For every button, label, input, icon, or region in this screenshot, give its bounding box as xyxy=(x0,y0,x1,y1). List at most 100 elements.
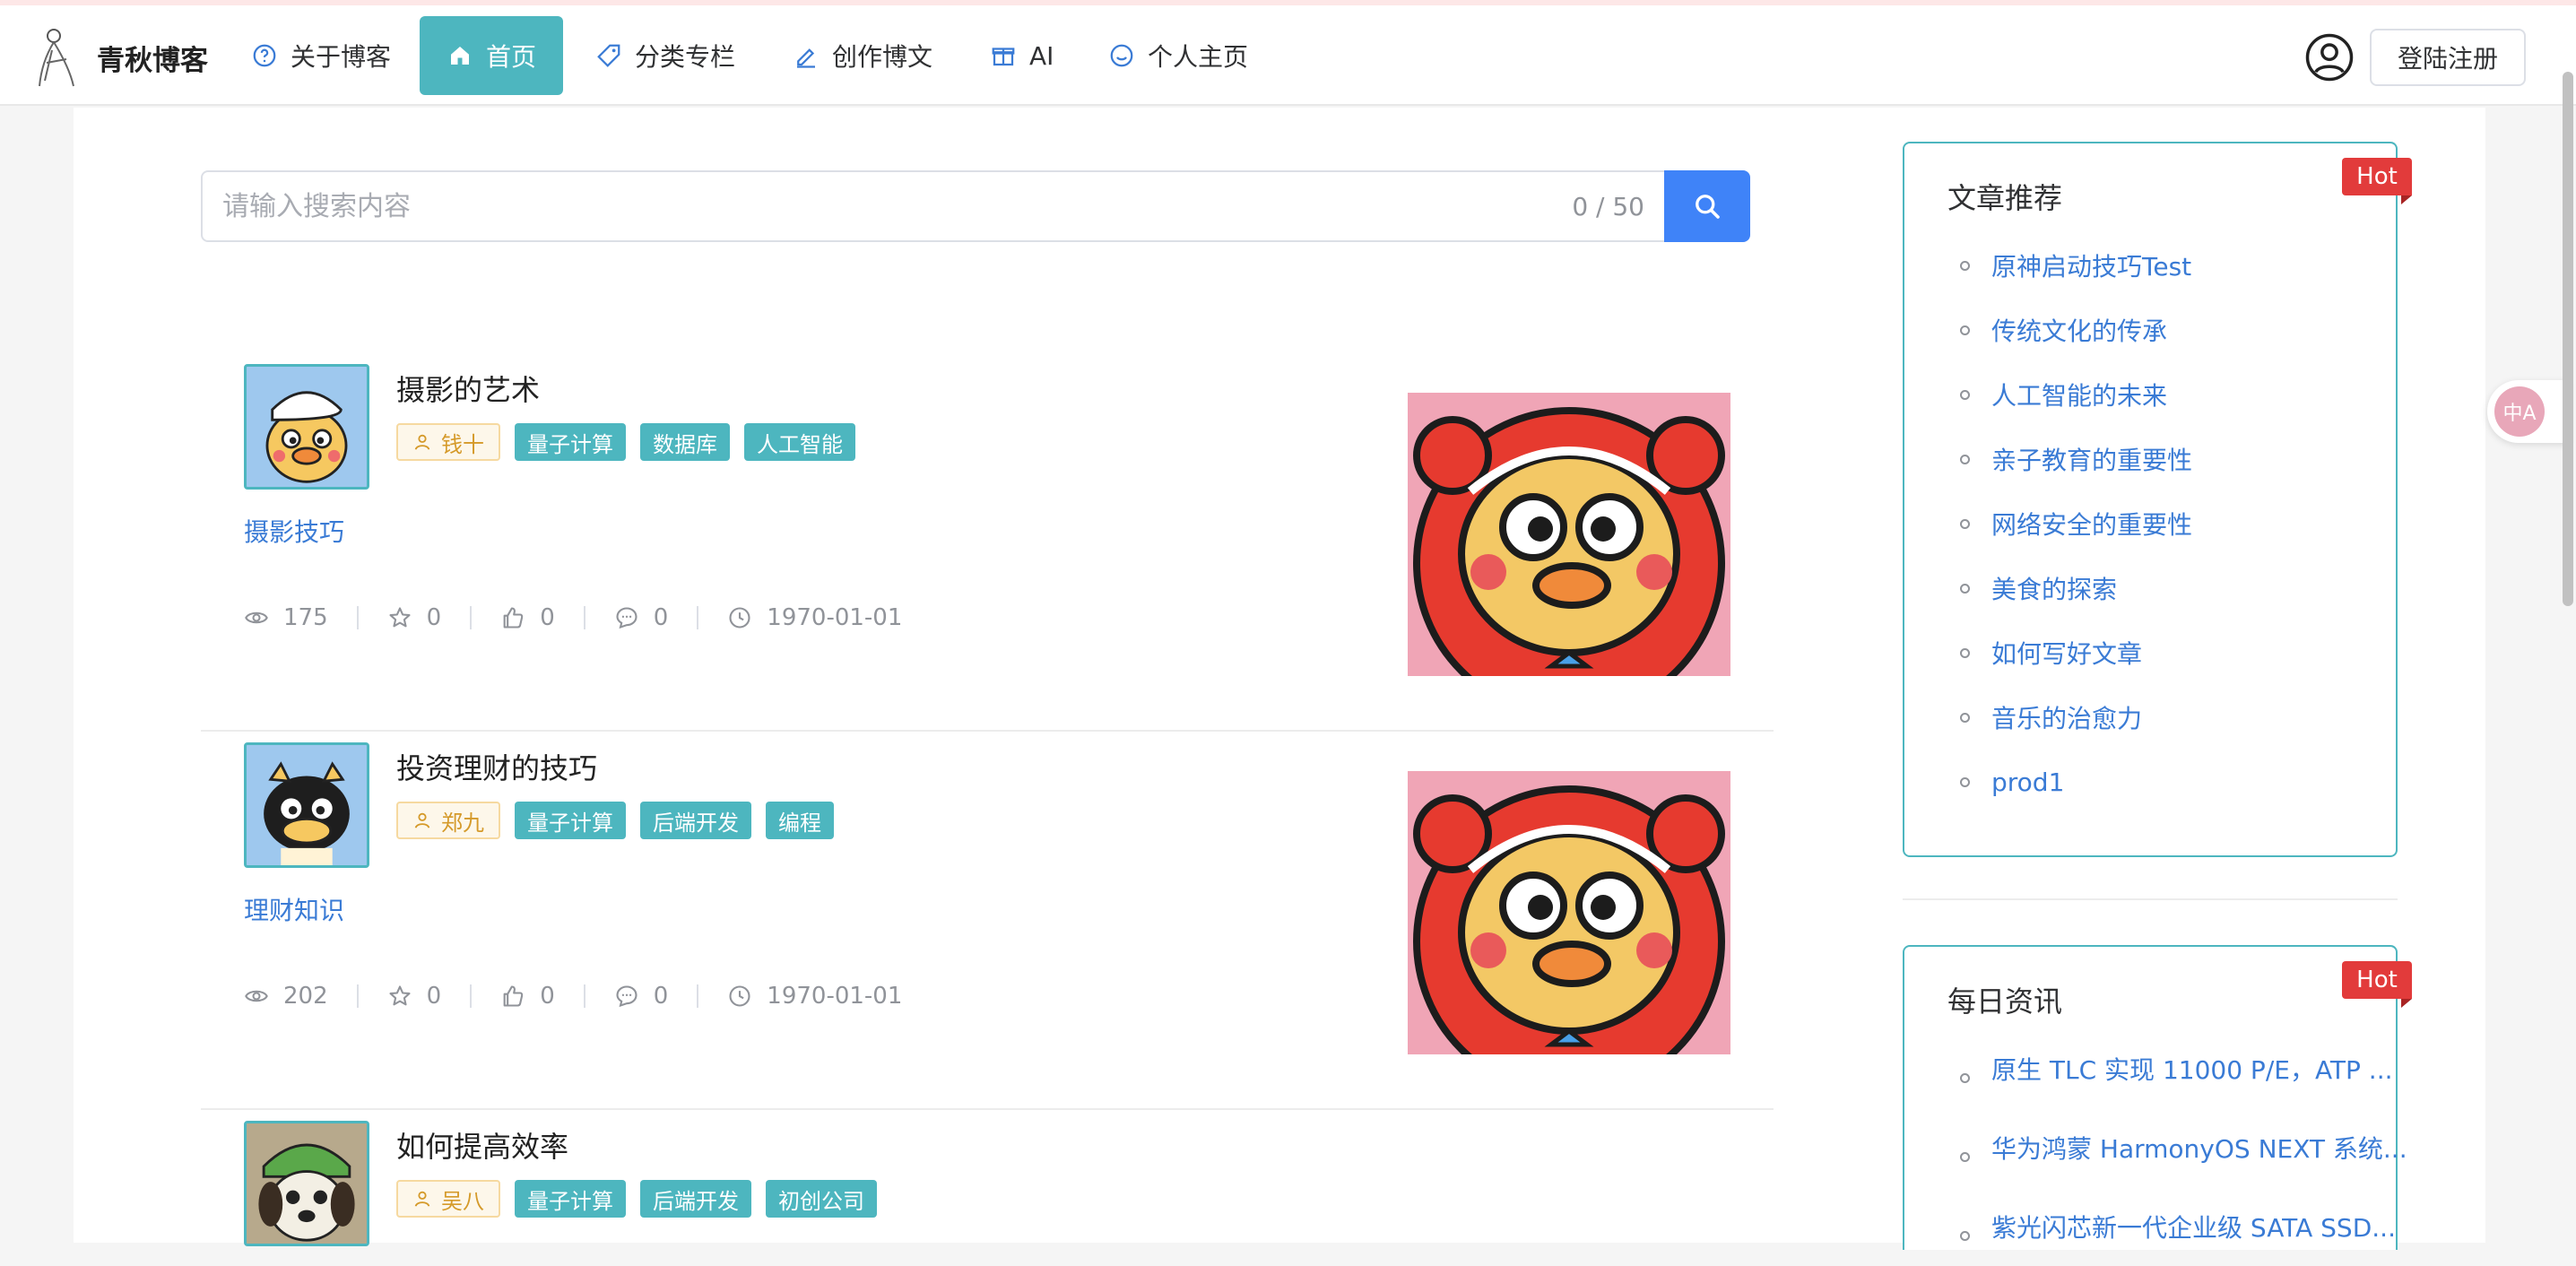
article-card[interactable]: 投资理财的技巧 郑九 量子计算 后端开发 编程 理财知识 202 0 0 0 1… xyxy=(201,733,1774,1110)
list-item[interactable]: 紫光闪芯新一代企业级 SATA SSD... xyxy=(1947,1187,2407,1266)
edit-icon xyxy=(797,48,815,68)
article-tag[interactable]: 量子计算 xyxy=(515,423,626,461)
article-title[interactable]: 摄影的艺术 xyxy=(396,368,540,409)
nav-label: 关于博客 xyxy=(291,42,392,72)
recommended-title: 文章推荐 xyxy=(1947,181,2063,215)
article-tag[interactable]: 量子计算 xyxy=(515,802,626,839)
list-item[interactable]: 网络安全的重要性 xyxy=(1947,491,2192,556)
article-category[interactable]: 理财知识 xyxy=(244,891,344,927)
article-card[interactable]: 摄影的艺术 钱十 量子计算 数据库 人工智能 摄影技巧 175 0 0 0 19… xyxy=(201,355,1774,732)
article-card[interactable]: 如何提高效率 吴八 量子计算 后端开发 初创公司 xyxy=(201,1112,1774,1246)
comments-stat[interactable]: 0 xyxy=(614,983,668,1010)
eye-icon xyxy=(245,990,268,1002)
search-char-count: 0 / 50 xyxy=(1572,191,1644,221)
login-register-button[interactable]: 登陆注册 xyxy=(2370,29,2526,86)
stars-stat[interactable]: 0 xyxy=(387,983,441,1010)
recommended-list: 原神启动技巧Test 传统文化的传承 人工智能的未来 亲子教育的重要性 网络安全… xyxy=(1947,233,2192,814)
article-stats: 175 0 0 0 1970-01-01 xyxy=(244,604,902,631)
user-avatar-icon[interactable] xyxy=(2304,32,2355,82)
nav-create[interactable]: 创作博文 xyxy=(784,16,941,95)
user-icon xyxy=(414,434,430,450)
views-stat: 202 xyxy=(244,983,328,1010)
penguin-avatar-icon xyxy=(247,745,367,865)
page-scrollbar[interactable] xyxy=(2563,72,2573,606)
dog-avatar-icon xyxy=(247,1123,367,1244)
thumbs-up-icon xyxy=(503,607,524,629)
list-item[interactable]: 原神启动技巧Test xyxy=(1947,233,2192,298)
list-item[interactable]: prod1 xyxy=(1947,750,2192,814)
article-title[interactable]: 如何提高效率 xyxy=(396,1124,568,1166)
list-item[interactable]: 传统文化的传承 xyxy=(1947,298,2192,362)
article-category[interactable]: 摄影技巧 xyxy=(244,513,344,549)
nav-label: AI xyxy=(1029,40,1054,71)
tag-list: 郑九 量子计算 后端开发 编程 xyxy=(396,802,834,839)
author-avatar[interactable] xyxy=(244,1121,369,1246)
comment-icon xyxy=(616,607,637,629)
user-icon xyxy=(414,1191,430,1207)
date-stat: 1970-01-01 xyxy=(727,983,902,1010)
date-stat: 1970-01-01 xyxy=(727,604,902,631)
daily-news-title: 每日资讯 xyxy=(1947,984,2063,1019)
nav-label: 分类专栏 xyxy=(635,42,736,72)
duck-chef-avatar-icon xyxy=(247,367,367,487)
translate-float-button[interactable]: 中A xyxy=(2487,380,2568,443)
author-name: 钱十 xyxy=(441,431,484,457)
list-item[interactable]: 如何写好文章 xyxy=(1947,620,2192,685)
nav-label: 个人主页 xyxy=(1148,42,1249,72)
article-tag[interactable]: 量子计算 xyxy=(515,1180,626,1218)
user-icon xyxy=(414,812,430,828)
article-cover-image[interactable] xyxy=(1408,771,1730,1054)
article-tag[interactable]: 后端开发 xyxy=(640,1180,751,1218)
sidebar-divider xyxy=(1903,898,2398,900)
article-tag[interactable]: 编程 xyxy=(766,802,834,839)
nav-label: 首页 xyxy=(486,42,537,72)
gift-icon xyxy=(992,48,1015,66)
search-field: 0 / 50 xyxy=(201,170,1666,242)
search-button[interactable] xyxy=(1664,170,1750,242)
likes-stat[interactable]: 0 xyxy=(500,604,555,631)
search-input[interactable] xyxy=(203,172,1573,240)
smile-icon xyxy=(1110,44,1133,67)
nav-ai[interactable]: AI xyxy=(981,16,1062,95)
hot-badge: Hot xyxy=(2342,961,2412,1008)
clock-icon xyxy=(729,607,750,629)
brand-title[interactable]: 青秋博客 xyxy=(97,38,208,78)
article-tag[interactable]: 人工智能 xyxy=(744,423,855,461)
likes-stat[interactable]: 0 xyxy=(500,983,555,1010)
article-tag[interactable]: 后端开发 xyxy=(640,802,751,839)
list-item[interactable]: 华为鸿蒙 HarmonyOS NEXT 系统... xyxy=(1947,1108,2407,1187)
nav-home[interactable]: 首页 xyxy=(420,16,564,95)
thumbs-up-icon xyxy=(503,985,524,1007)
author-avatar[interactable] xyxy=(244,742,369,868)
list-item[interactable]: 人工智能的未来 xyxy=(1947,362,2192,427)
article-tag[interactable]: 初创公司 xyxy=(766,1180,877,1218)
author-tag[interactable]: 郑九 xyxy=(396,802,500,839)
author-tag[interactable]: 钱十 xyxy=(396,423,500,461)
author-name: 郑九 xyxy=(441,810,484,836)
news-list: 原生 TLC 实现 11000 P/E，ATP ... 华为鸿蒙 Harmony… xyxy=(1947,1029,2407,1266)
eye-icon xyxy=(245,611,268,624)
hot-badge: Hot xyxy=(2342,158,2412,204)
nav-about[interactable]: 关于博客 xyxy=(242,16,400,95)
stars-stat[interactable]: 0 xyxy=(387,604,441,631)
comments-stat[interactable]: 0 xyxy=(614,604,668,631)
article-title[interactable]: 投资理财的技巧 xyxy=(396,746,597,787)
list-item[interactable]: 原生 TLC 实现 11000 P/E，ATP ... xyxy=(1947,1029,2407,1108)
article-cover-image[interactable] xyxy=(1408,393,1730,676)
logo-icon[interactable] xyxy=(34,27,79,90)
list-item[interactable]: 亲子教育的重要性 xyxy=(1947,427,2192,491)
author-name: 吴八 xyxy=(441,1188,484,1214)
list-item[interactable]: 音乐的治愈力 xyxy=(1947,685,2192,750)
list-item[interactable]: 美食的探索 xyxy=(1947,556,2192,620)
red-hood-duck-cover-icon xyxy=(1408,393,1730,676)
tag-icon xyxy=(597,44,620,67)
views-stat: 175 xyxy=(244,604,328,631)
author-tag[interactable]: 吴八 xyxy=(396,1180,500,1218)
article-tag[interactable]: 数据库 xyxy=(640,423,730,461)
daily-news-card: 每日资讯 原生 TLC 实现 11000 P/E，ATP ... 华为鸿蒙 Ha… xyxy=(1903,945,2407,1250)
author-avatar[interactable] xyxy=(244,364,369,490)
nav-categories[interactable]: 分类专栏 xyxy=(586,16,744,95)
nav-profile[interactable]: 个人主页 xyxy=(1099,16,1257,95)
recommended-articles-card: 文章推荐 原神启动技巧Test 传统文化的传承 人工智能的未来 亲子教育的重要性… xyxy=(1903,142,2398,857)
search-icon xyxy=(1696,195,1720,219)
